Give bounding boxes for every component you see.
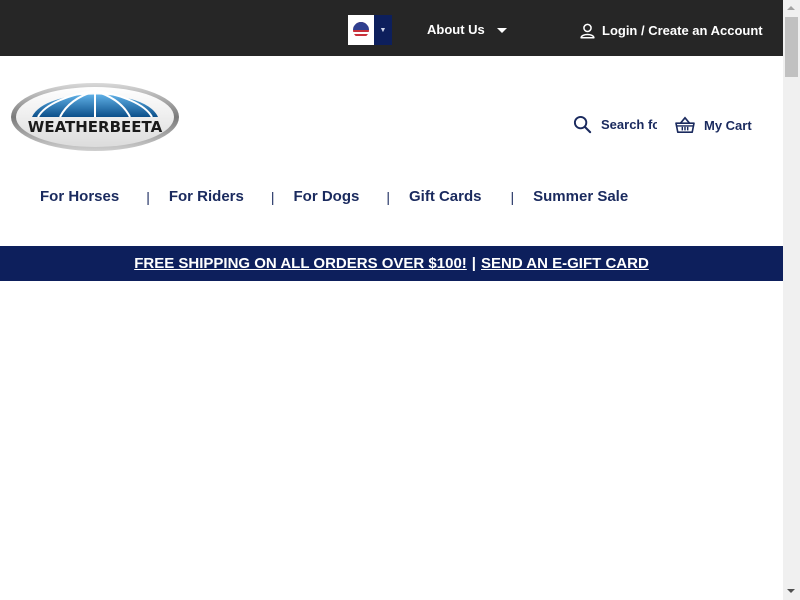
- login-link[interactable]: Login / Create an Account: [579, 22, 763, 39]
- search-input[interactable]: Search for: [601, 117, 657, 132]
- cart-link[interactable]: My Cart: [675, 116, 752, 134]
- scroll-down-arrow-icon[interactable]: [787, 589, 795, 593]
- chevron-down-icon[interactable]: ▼: [374, 15, 392, 45]
- nav-item-for-dogs[interactable]: For Dogs: [294, 188, 360, 205]
- us-flag-icon: [353, 22, 369, 38]
- nav-separator: |: [386, 188, 390, 205]
- caret-down-icon: [496, 27, 507, 33]
- main-nav: For Horses | For Riders | For Dogs | Gif…: [40, 188, 628, 205]
- top-bar: ▼ About Us Login / Create an Account: [0, 0, 783, 56]
- vertical-scrollbar[interactable]: [783, 0, 800, 600]
- weatherbeeta-logo[interactable]: WEATHERBEETA: [10, 82, 180, 152]
- page: ▼ About Us Login / Create an Account WEA…: [0, 0, 783, 600]
- search-box[interactable]: Search for: [573, 115, 657, 134]
- nav-item-for-riders[interactable]: For Riders: [169, 188, 244, 205]
- country-selector[interactable]: ▼: [348, 15, 392, 45]
- scrollbar-thumb[interactable]: [785, 17, 798, 77]
- free-shipping-link[interactable]: FREE SHIPPING ON ALL ORDERS OVER $100!: [134, 255, 467, 272]
- flag-box: [348, 15, 374, 45]
- e-gift-card-link[interactable]: SEND AN E-GIFT CARD: [481, 255, 649, 272]
- nav-item-summer-sale[interactable]: Summer Sale: [533, 188, 628, 205]
- nav-item-for-horses[interactable]: For Horses: [40, 188, 119, 205]
- about-us-label: About Us: [427, 22, 485, 37]
- logo-text: WEATHERBEETA: [28, 118, 163, 136]
- scroll-up-arrow-icon[interactable]: [787, 6, 795, 10]
- basket-icon: [675, 116, 695, 134]
- search-icon[interactable]: [573, 115, 592, 134]
- login-label: Login / Create an Account: [602, 23, 763, 38]
- about-us-menu[interactable]: About Us: [427, 22, 507, 37]
- user-icon: [580, 23, 595, 39]
- cart-label: My Cart: [704, 117, 752, 133]
- nav-separator: |: [270, 188, 275, 205]
- promo-separator: |: [471, 255, 476, 272]
- nav-separator: |: [146, 188, 150, 205]
- promo-banner: FREE SHIPPING ON ALL ORDERS OVER $100! |…: [0, 246, 783, 281]
- nav-separator: |: [510, 188, 515, 205]
- nav-item-gift-cards[interactable]: Gift Cards: [409, 188, 482, 205]
